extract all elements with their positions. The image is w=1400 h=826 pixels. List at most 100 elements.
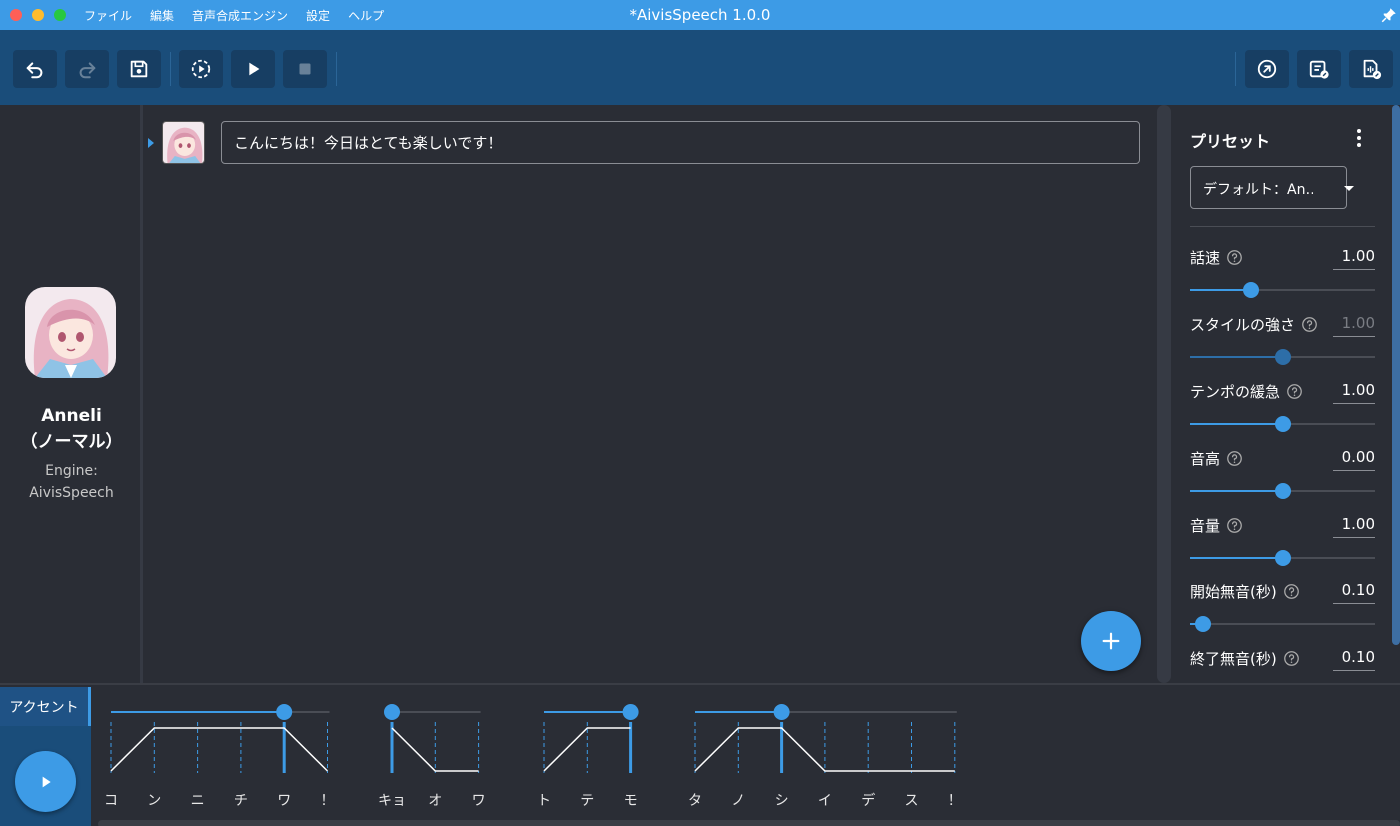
preset-select[interactable]: デフォルト：An… [1190, 166, 1354, 209]
help-icon[interactable] [1226, 450, 1243, 467]
param-slider[interactable] [1190, 550, 1375, 566]
open-external-button[interactable] [1245, 50, 1289, 88]
help-icon[interactable] [1283, 650, 1300, 667]
param-value-input[interactable]: 1.00 [1333, 314, 1375, 337]
window-minimize-button[interactable] [32, 9, 44, 21]
help-icon[interactable] [1283, 583, 1300, 600]
add-audio-cell-button[interactable] [1081, 611, 1141, 671]
save-button[interactable] [117, 50, 161, 88]
row-character-button[interactable] [162, 121, 205, 164]
mora-label[interactable]: チ [226, 790, 256, 810]
param-slider-thumb[interactable] [1274, 550, 1291, 566]
mora-label[interactable]: デ [853, 790, 883, 810]
more-vert-icon[interactable] [1349, 127, 1369, 149]
detail-side [0, 726, 91, 826]
mora-label[interactable]: コ [96, 790, 126, 810]
mora-label[interactable]: ！ [313, 790, 343, 810]
export-audio-icon [1363, 59, 1382, 80]
accent-slider-thumb[interactable] [773, 704, 790, 720]
param-slider[interactable] [1190, 416, 1375, 432]
mora-label[interactable]: ワ [464, 790, 494, 810]
param-row: 話速 1.00 [1190, 247, 1375, 307]
param-value-input[interactable]: 0.00 [1333, 448, 1375, 471]
param-label-text: テンポの緩急 [1190, 383, 1281, 401]
param-value-input[interactable]: 0.10 [1333, 581, 1375, 604]
editor-scrollbar[interactable] [1157, 105, 1171, 683]
param-slider-thumb[interactable] [1243, 282, 1260, 298]
pin-icon[interactable] [1380, 6, 1398, 24]
menu-file[interactable]: ファイル [84, 7, 132, 24]
audio-text-input[interactable] [221, 121, 1140, 164]
mora-label[interactable]: ワ [269, 790, 299, 810]
menu-edit[interactable]: 編集 [150, 7, 174, 24]
param-value-input[interactable]: 1.00 [1333, 247, 1375, 270]
undo-button[interactable] [13, 50, 57, 88]
param-slider[interactable] [1190, 483, 1375, 499]
window-maximize-button[interactable] [54, 9, 66, 21]
export-text-button[interactable] [1297, 50, 1341, 88]
mora-label[interactable]: ト [529, 790, 559, 810]
help-icon[interactable] [1226, 249, 1243, 266]
param-slider-fill [1190, 557, 1283, 559]
param-slider-thumb[interactable] [1194, 616, 1211, 632]
param-row: 音高 0.00 [1190, 448, 1375, 508]
character-panel: Anneli （ノーマル） Engine: AivisSpeech [0, 105, 143, 685]
mora-label[interactable]: ス [897, 790, 927, 810]
stop-button[interactable] [283, 50, 327, 88]
mora-label[interactable]: ン [139, 790, 169, 810]
param-slider[interactable] [1190, 349, 1375, 365]
character-name-text: Anneli [41, 406, 102, 426]
menu-settings[interactable]: 設定 [306, 7, 330, 24]
play-button[interactable] [231, 50, 275, 88]
continuous-play-button[interactable] [179, 50, 223, 88]
mora-label[interactable]: オ [420, 790, 450, 810]
tab-accent[interactable]: アクセント [0, 687, 91, 726]
engine-name: AivisSpeech [29, 485, 114, 501]
mora-label[interactable]: モ [616, 790, 646, 810]
help-icon[interactable] [1301, 316, 1318, 333]
param-label-text: 音量 [1190, 517, 1221, 535]
mora-label[interactable]: ！ [940, 790, 970, 810]
param-slider-thumb[interactable] [1274, 349, 1291, 365]
mora-label[interactable]: キョ [377, 790, 407, 810]
mora-label[interactable]: イ [810, 790, 840, 810]
param-row: スタイルの強さ 1.00 [1190, 314, 1375, 374]
character-portrait[interactable] [25, 287, 116, 378]
accent-scrollbar[interactable] [98, 820, 1400, 826]
help-icon[interactable] [1286, 383, 1303, 400]
chevron-down-icon [1344, 186, 1354, 191]
menu-help[interactable]: ヘルプ [348, 7, 384, 24]
engine-label: Engine: [45, 463, 98, 479]
param-slider[interactable] [1190, 282, 1375, 298]
param-slider-thumb[interactable] [1274, 483, 1291, 499]
mora-label[interactable]: ニ [183, 790, 213, 810]
mora-label[interactable]: シ [767, 790, 797, 810]
param-value-input[interactable]: 1.00 [1333, 515, 1375, 538]
audio-cell-list [146, 105, 1156, 685]
param-label: テンポの緩急 [1190, 381, 1303, 402]
help-icon[interactable] [1226, 517, 1243, 534]
accent-slider-thumb[interactable] [276, 704, 293, 720]
param-label: 話速 [1190, 247, 1243, 268]
param-slider-thumb[interactable] [1274, 416, 1291, 432]
play-audio-button[interactable] [15, 751, 76, 812]
mora-label[interactable]: テ [572, 790, 602, 810]
param-row: テンポの緩急 1.00 [1190, 381, 1375, 441]
redo-icon [79, 62, 96, 79]
preset-scrollbar[interactable] [1392, 105, 1400, 645]
param-label: 終了無音(秒) [1190, 648, 1300, 669]
open-external-icon [1257, 59, 1277, 79]
param-value-input[interactable]: 1.00 [1333, 381, 1375, 404]
mora-label[interactable]: ノ [723, 790, 753, 810]
accent-slider-thumb[interactable] [384, 704, 400, 720]
accent-slider-thumb[interactable] [622, 704, 639, 720]
param-row: 音量 1.00 [1190, 515, 1375, 575]
export-audio-button[interactable] [1349, 50, 1393, 88]
param-slider[interactable] [1190, 616, 1375, 632]
redo-button[interactable] [65, 50, 109, 88]
menu-engine[interactable]: 音声合成エンジン [192, 7, 288, 24]
param-value-input[interactable]: 0.10 [1333, 648, 1375, 671]
mora-label[interactable]: タ [680, 790, 710, 810]
window-close-button[interactable] [10, 9, 22, 21]
toolbar-separator [336, 52, 337, 86]
